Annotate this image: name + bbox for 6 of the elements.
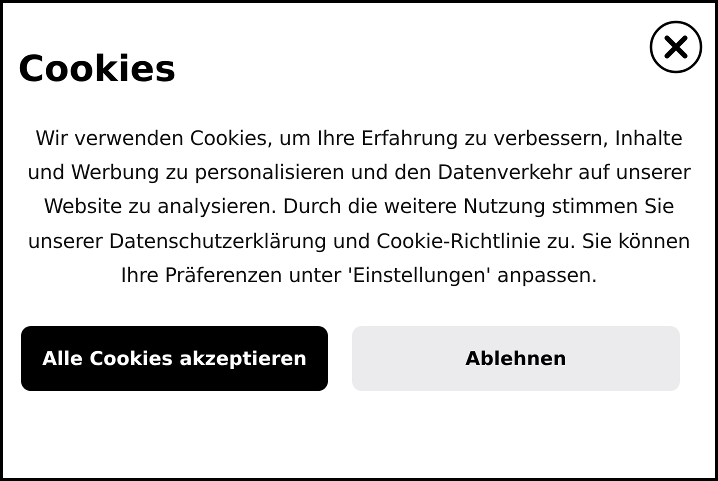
dialog-title: Cookies bbox=[18, 48, 176, 92]
close-button[interactable] bbox=[649, 20, 703, 74]
accept-button[interactable]: Alle Cookies akzeptieren bbox=[21, 326, 328, 392]
decline-button[interactable]: Ablehnen bbox=[352, 326, 680, 392]
close-icon bbox=[649, 20, 703, 74]
cookie-message: Wir verwenden Cookies, um Ihre Erfahrung zu verbessern, Inhalte und Werbung zu personalisieren und den Datenverkehr auf unserer Website zu analysieren. Durch die weitere Nutzung stimmen Sie unserer Datenschutzerklärung und Cookie-Richtlinie zu. Sie können Ihre Präferenzen unter 'Einstellungen' anpassen. bbox=[26, 125, 692, 289]
